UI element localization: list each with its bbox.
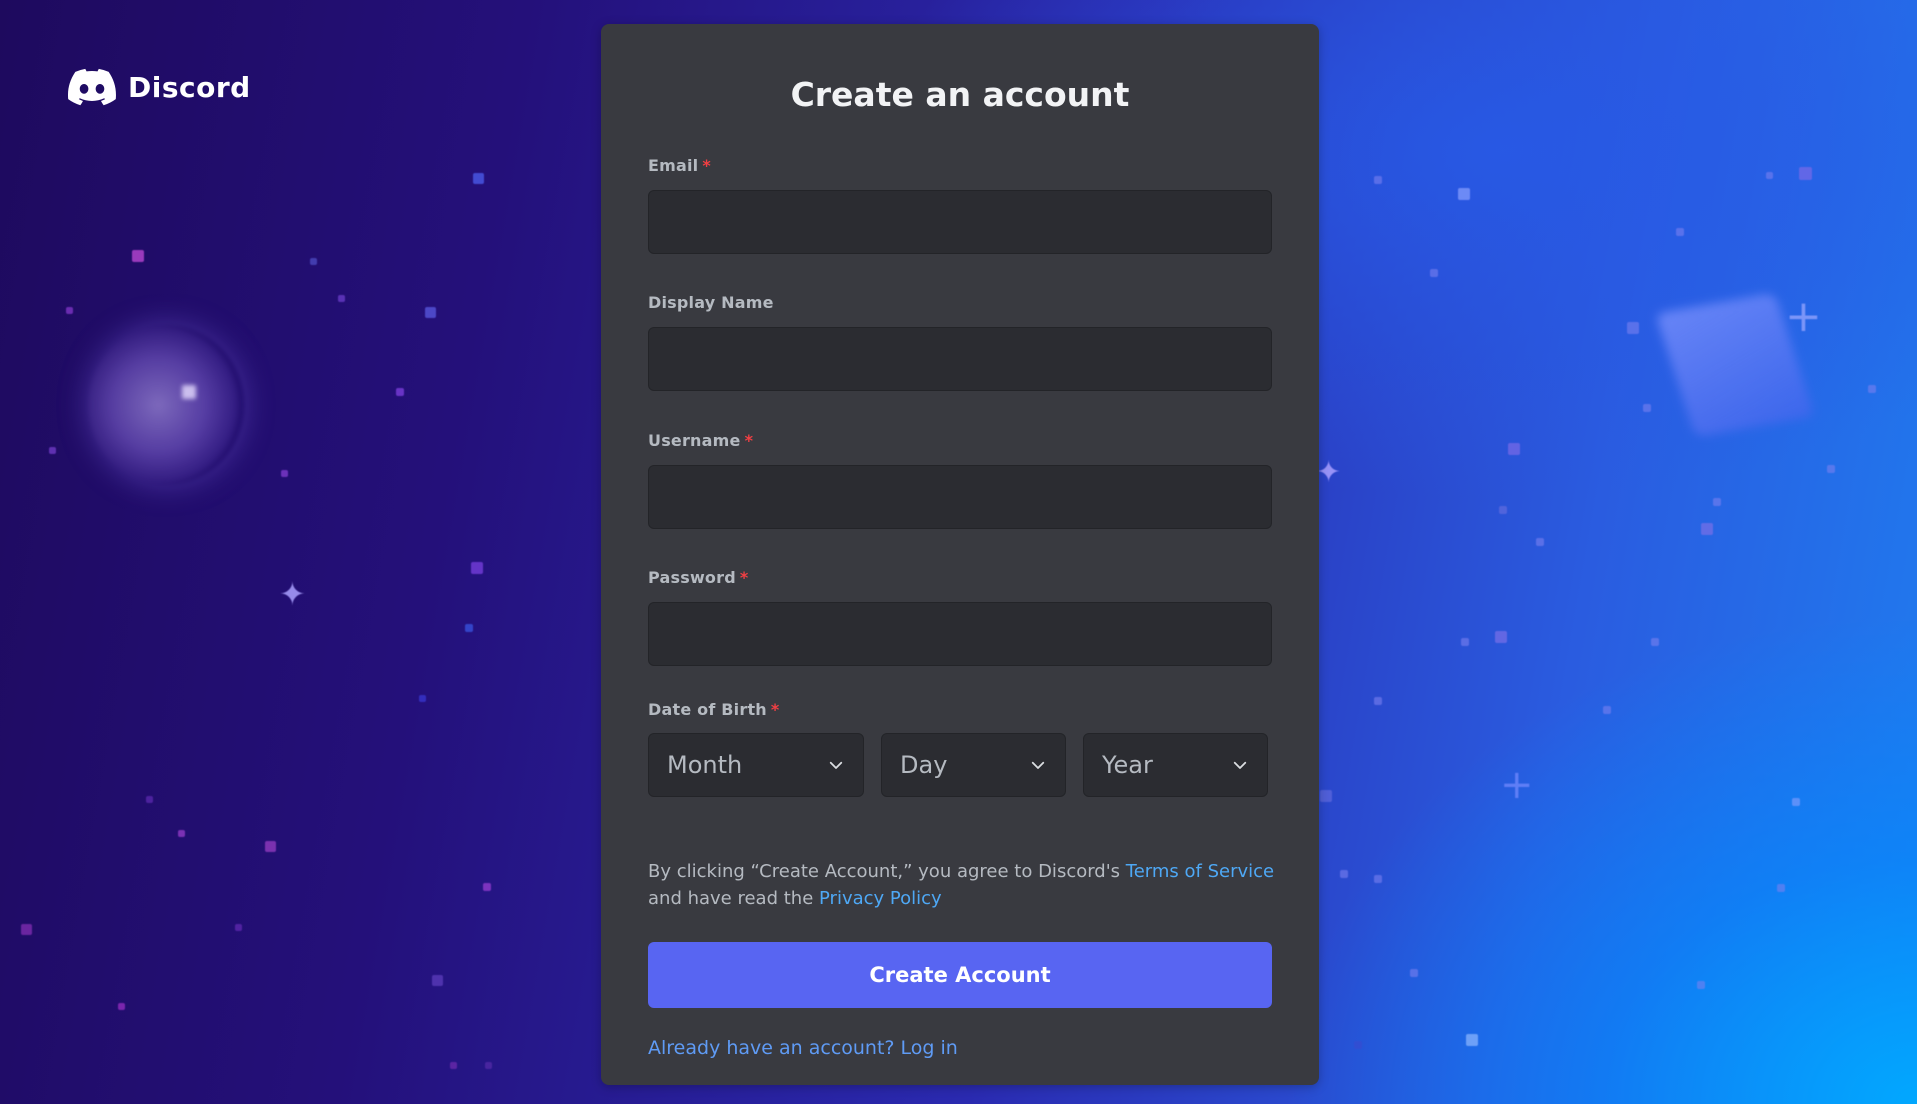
- password-input[interactable]: [648, 602, 1272, 666]
- star-decoration: [49, 447, 56, 454]
- brand-name: Discord: [128, 70, 251, 104]
- star-decoration: [1713, 498, 1721, 506]
- star-decoration: [450, 1062, 457, 1069]
- star-decoration: [1868, 385, 1876, 393]
- display-name-label: Display Name: [648, 293, 774, 312]
- star-decoration: [1676, 228, 1684, 236]
- star-decoration: [1410, 969, 1418, 977]
- star-decoration: [1536, 538, 1544, 546]
- required-marker: *: [770, 700, 780, 719]
- star-decoration: [1461, 638, 1469, 646]
- star-decoration: [1466, 1034, 1478, 1046]
- star-decoration: [471, 562, 483, 574]
- star-decoration: [66, 307, 73, 314]
- discord-clyde-icon: [68, 68, 116, 106]
- chevron-down-icon: [829, 761, 843, 769]
- star-decoration: [1508, 443, 1520, 455]
- star-decoration: [396, 388, 404, 396]
- star-decoration: [465, 624, 473, 632]
- chevron-down-icon: [1233, 761, 1247, 769]
- page-title: Create an account: [790, 75, 1130, 114]
- star-decoration: [146, 796, 153, 803]
- star-decoration: [1792, 798, 1800, 806]
- year-select-value: Year: [1102, 751, 1153, 779]
- register-card: Create an account Email * Display Name Us…: [601, 24, 1319, 1085]
- star-decoration: [1374, 697, 1382, 705]
- create-account-button[interactable]: Create Account: [648, 942, 1272, 1008]
- year-select[interactable]: Year: [1083, 733, 1268, 797]
- username-label: Username *: [648, 431, 754, 450]
- month-select[interactable]: Month: [648, 733, 864, 797]
- star-decoration: [1430, 269, 1438, 277]
- date-of-birth-selects: Month Day Year: [648, 733, 1272, 797]
- required-marker: *: [702, 156, 711, 175]
- star-decoration: [419, 695, 426, 702]
- star-decoration: [432, 975, 443, 986]
- star-decoration: [485, 1062, 492, 1069]
- terms-of-service-link[interactable]: Terms of Service: [1126, 861, 1274, 882]
- display-name-input[interactable]: [648, 327, 1272, 391]
- star-decoration: [281, 470, 288, 477]
- star-decoration: [1374, 176, 1382, 184]
- star-decoration: [1340, 870, 1348, 878]
- star-decoration: [1495, 631, 1507, 643]
- login-link[interactable]: Already have an account? Log in: [648, 1037, 958, 1059]
- star-decoration: [1627, 322, 1639, 334]
- password-group: Password *: [648, 568, 1272, 666]
- username-group: Username *: [648, 431, 1272, 529]
- star-decoration: [1651, 638, 1659, 646]
- month-select-value: Month: [667, 751, 743, 779]
- star-decoration: [21, 924, 32, 935]
- star-decoration: [1643, 404, 1651, 412]
- terms-middle: and have read the: [648, 888, 819, 909]
- username-input[interactable]: [648, 465, 1272, 529]
- star-decoration: [1777, 884, 1785, 892]
- star-decoration: [265, 841, 276, 852]
- star-decoration: [1499, 506, 1507, 514]
- password-label: Password *: [648, 568, 749, 587]
- sparkle-icon: ✦: [279, 575, 306, 613]
- terms-notice: By clicking “Create Account,” you agree …: [648, 858, 1279, 912]
- star-decoration: [235, 924, 242, 931]
- chevron-down-icon: [1031, 761, 1045, 769]
- star-decoration: [178, 830, 185, 837]
- star-decoration: [1603, 706, 1611, 714]
- star-decoration: [132, 250, 144, 262]
- day-select-value: Day: [900, 751, 948, 779]
- date-of-birth-label: Date of Birth *: [648, 700, 780, 719]
- star-decoration: [338, 295, 345, 302]
- cube-decoration: [1655, 292, 1815, 438]
- star-decoration: [1458, 188, 1470, 200]
- required-marker: *: [744, 431, 754, 450]
- star-decoration: [1354, 1041, 1362, 1049]
- star-decoration: [1701, 523, 1713, 535]
- email-group: Email *: [648, 156, 1272, 254]
- star-decoration: [1799, 167, 1812, 180]
- email-label: Email *: [648, 156, 711, 175]
- required-marker: *: [739, 568, 749, 587]
- date-of-birth-group: Date of Birth * Month Day Year: [648, 700, 1272, 797]
- email-input[interactable]: [648, 190, 1272, 254]
- star-decoration: [425, 307, 436, 318]
- day-select[interactable]: Day: [881, 733, 1066, 797]
- star-decoration: [483, 883, 491, 891]
- terms-prefix: By clicking “Create Account,” you agree …: [648, 861, 1126, 882]
- discord-logo[interactable]: Discord: [68, 68, 251, 106]
- star-decoration: [310, 258, 317, 265]
- sparkle-icon: +: [1785, 291, 1822, 342]
- star-decoration: [1697, 981, 1705, 989]
- star-decoration: [118, 1003, 125, 1010]
- sparkle-icon: +: [1500, 762, 1534, 808]
- star-decoration: [1766, 172, 1773, 179]
- star-decoration: [473, 173, 484, 184]
- sparkle-icon: ✦: [1316, 455, 1342, 490]
- star-decoration: [1827, 465, 1835, 473]
- display-name-group: Display Name: [648, 293, 1272, 391]
- privacy-policy-link[interactable]: Privacy Policy: [819, 888, 942, 909]
- star-decoration: [1374, 875, 1382, 883]
- orb-decoration: [88, 325, 244, 485]
- star-decoration: [1320, 790, 1332, 802]
